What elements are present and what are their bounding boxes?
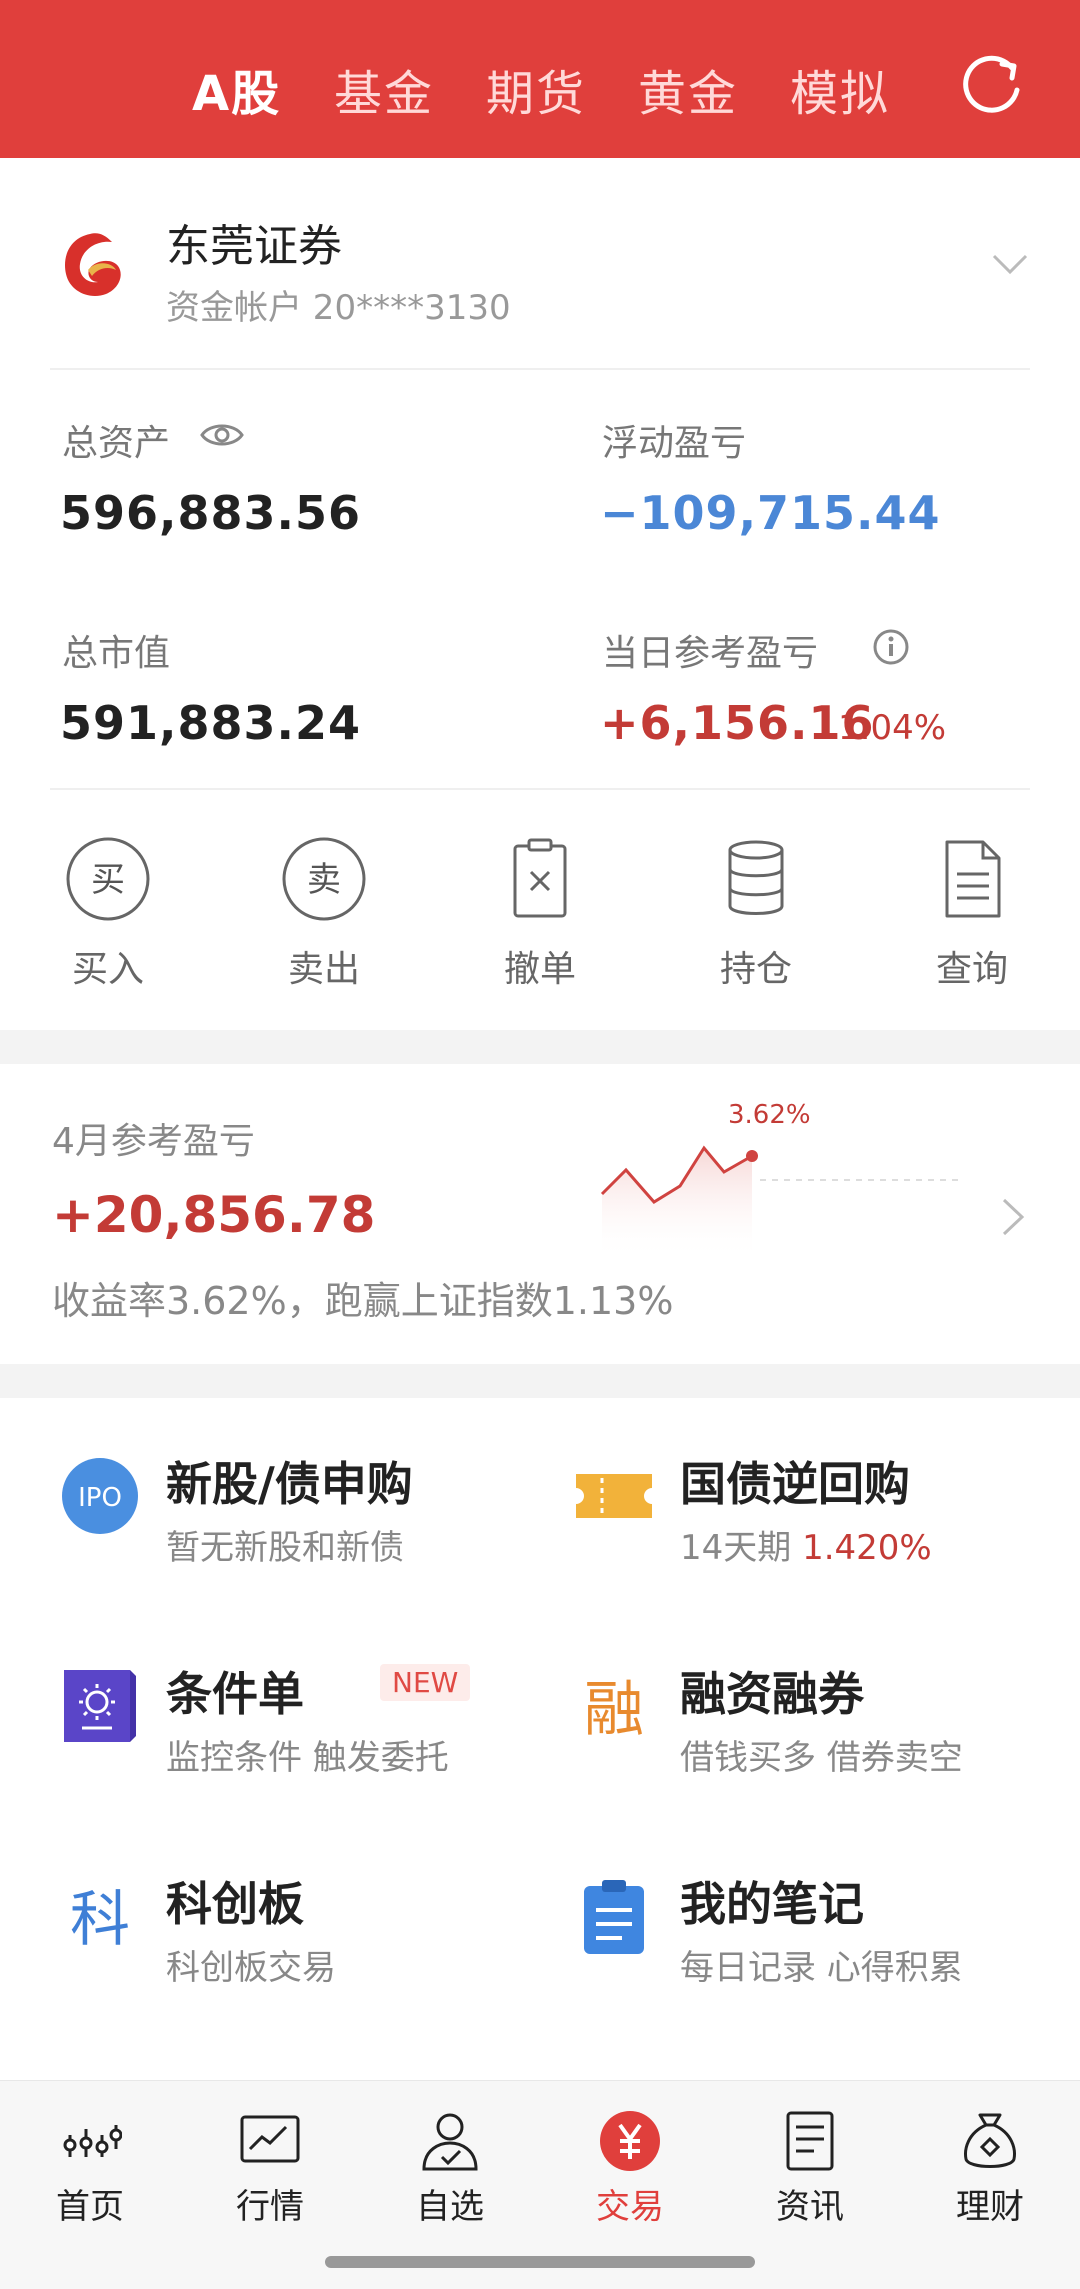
feature-title: 条件单	[166, 1667, 304, 1721]
floating-pl-value: −109,715.44	[600, 486, 941, 540]
feature-margin-trading[interactable]: 融 融资融券 借钱买多 借券卖空	[574, 1658, 1074, 1788]
cancel-order-label: 撤单	[503, 949, 576, 990]
sell-button[interactable]: 卖 卖出	[244, 836, 404, 992]
daily-pl-value: +6,156.16	[600, 696, 875, 750]
monthly-title: 4月参考盈亏	[52, 1121, 255, 1162]
watchlist-icon	[422, 2113, 478, 2171]
daily-pl-percent: 1.04%	[838, 708, 947, 748]
margin-icon: 融	[584, 1675, 644, 1745]
holdings-button[interactable]: 持仓	[676, 836, 836, 992]
feature-title: 国债逆回购	[680, 1457, 910, 1511]
svg-text:科: 科	[70, 1885, 130, 1955]
account-card: 东莞证券 资金帐户 20****3130 总资产 596,883.56 浮动盈亏…	[0, 158, 1080, 1030]
svg-text:买: 买	[91, 860, 125, 900]
market-value-label: 总市值	[62, 633, 171, 674]
buy-icon: 买	[66, 837, 150, 921]
nav-market[interactable]: 行情	[200, 2109, 340, 2228]
feature-title: 我的笔记	[680, 1877, 864, 1931]
sell-label: 卖出	[287, 949, 360, 990]
sell-icon: 卖	[282, 837, 366, 921]
chevron-right-icon[interactable]	[1000, 1196, 1026, 1238]
nav-news[interactable]: 资讯	[740, 2109, 880, 2228]
nav-watchlist[interactable]: 自选	[380, 2109, 520, 2228]
nav-trade[interactable]: 交易	[560, 2109, 700, 2228]
feature-title: 科创板	[166, 1877, 304, 1931]
feature-ipo[interactable]: IPO 新股/债申购 暂无新股和新债	[60, 1448, 560, 1578]
tab-simulation[interactable]: 模拟	[790, 54, 890, 124]
nav-label: 交易	[596, 2187, 664, 2227]
wealth-icon	[964, 2113, 1016, 2168]
nav-label: 资讯	[776, 2187, 844, 2227]
nav-wealth[interactable]: 理财	[920, 2109, 1060, 2228]
divider	[50, 788, 1030, 790]
market-icon	[240, 2115, 300, 2163]
market-value: 591,883.24	[60, 696, 362, 750]
svg-text:IPO: IPO	[78, 1483, 122, 1513]
feature-star-market[interactable]: 科 科创板 科创板交易	[60, 1868, 560, 1998]
tab-futures[interactable]: 期货	[486, 54, 586, 124]
star-market-icon: 科	[70, 1885, 130, 1955]
query-label: 查询	[935, 949, 1008, 990]
feature-title: 新股/债申购	[166, 1457, 413, 1511]
home-indicator[interactable]	[325, 2256, 755, 2268]
notes-icon	[584, 1880, 644, 1954]
account-number: 资金帐户 20****3130	[166, 288, 511, 328]
feature-my-notes[interactable]: 我的笔记 每日记录 心得积累	[574, 1868, 1074, 1998]
ipo-icon: IPO	[62, 1458, 138, 1534]
daily-pl-label: 当日参考盈亏	[602, 633, 819, 674]
nav-label: 理财	[956, 2187, 1024, 2227]
total-assets-label: 总资产	[62, 423, 171, 464]
feature-condition-order[interactable]: 条件单 NEW 监控条件 触发委托	[60, 1658, 560, 1788]
tab-a-shares[interactable]: A股	[192, 54, 281, 124]
feature-subtitle: 科创板交易	[166, 1948, 336, 1988]
svg-text:卖: 卖	[307, 860, 341, 900]
holdings-icon	[728, 840, 784, 915]
top-bar: A股 基金 期货 黄金 模拟	[0, 0, 1080, 158]
divider	[50, 368, 1030, 370]
feature-subtitle: 暂无新股和新债	[166, 1528, 404, 1568]
feature-subtitle: 14天期 1.420%	[680, 1528, 932, 1568]
broker-logo-icon	[65, 233, 121, 296]
svg-text:融: 融	[584, 1675, 644, 1745]
info-icon[interactable]	[872, 628, 910, 666]
broker-name: 东莞证券	[166, 221, 342, 272]
refresh-icon[interactable]	[962, 54, 1024, 116]
feature-reverse-repo[interactable]: 国债逆回购 14天期 1.420%	[574, 1448, 1074, 1578]
feature-title: 融资融券	[680, 1667, 864, 1721]
monthly-value: +20,856.78	[52, 1186, 376, 1244]
nav-label: 首页	[56, 2187, 124, 2227]
trade-icon	[600, 2111, 660, 2171]
holdings-label: 持仓	[719, 949, 792, 990]
cancel-order-icon	[513, 838, 567, 918]
home-icon	[63, 2125, 122, 2157]
feature-grid: IPO 新股/债申购 暂无新股和新债 国债逆回购 14天期 1.420% 条件单…	[0, 1398, 1080, 2080]
floating-pl-label: 浮动盈亏	[602, 423, 747, 464]
monthly-pl-card[interactable]: 4月参考盈亏 +20,856.78 收益率3.62%，跑赢上证指数1.13% 3…	[0, 1064, 1080, 1364]
tab-gold[interactable]: 黄金	[638, 54, 738, 124]
query-icon	[945, 840, 1001, 918]
feature-subtitle: 每日记录 心得积累	[680, 1948, 963, 1988]
total-assets-value: 596,883.56	[60, 486, 362, 540]
nav-label: 自选	[416, 2187, 484, 2227]
ticket-icon	[576, 1474, 652, 1518]
buy-button[interactable]: 买 买入	[28, 836, 188, 992]
eye-icon[interactable]	[200, 420, 244, 450]
nav-label: 行情	[236, 2187, 304, 2227]
query-button[interactable]: 查询	[892, 836, 1052, 992]
feature-subtitle: 借钱买多 借券卖空	[680, 1738, 963, 1778]
tab-funds[interactable]: 基金	[334, 54, 434, 124]
buy-label: 买入	[71, 949, 144, 990]
condition-order-icon	[64, 1670, 136, 1742]
new-badge: NEW	[380, 1664, 471, 1701]
chevron-down-icon[interactable]	[990, 250, 1030, 280]
nav-home[interactable]: 首页	[20, 2109, 160, 2228]
news-icon	[786, 2111, 834, 2171]
feature-subtitle: 监控条件 触发委托	[166, 1738, 449, 1778]
sparkline-label: 3.62%	[728, 1100, 811, 1130]
monthly-subtitle: 收益率3.62%，跑赢上证指数1.13%	[52, 1279, 674, 1323]
cancel-order-button[interactable]: 撤单	[460, 836, 620, 992]
